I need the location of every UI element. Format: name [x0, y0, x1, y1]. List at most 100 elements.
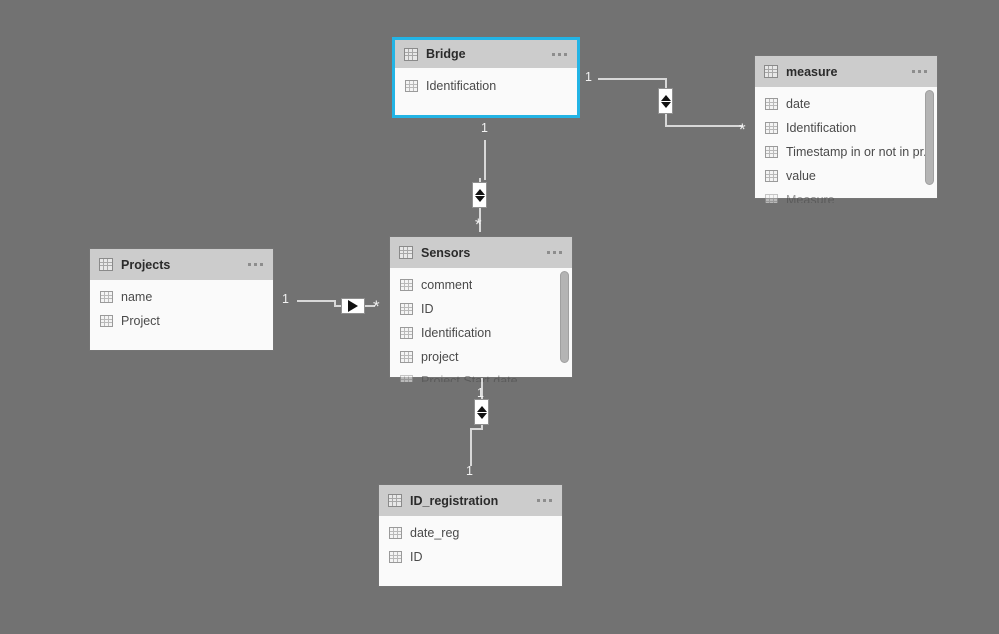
- field-icon: [765, 122, 778, 134]
- field-row[interactable]: date_reg: [379, 521, 562, 545]
- table-menu-button-measure[interactable]: [912, 70, 929, 73]
- field-icon: [765, 98, 778, 110]
- field-row[interactable]: Timestamp in or not in pr...: [755, 140, 937, 164]
- field-row[interactable]: Identification: [390, 321, 572, 345]
- field-icon: [400, 375, 413, 382]
- field-label: Identification: [786, 121, 857, 135]
- field-row[interactable]: date: [755, 92, 937, 116]
- field-label: Measure: [786, 193, 835, 203]
- field-icon: [765, 146, 778, 158]
- table-fields-projects: name Project: [90, 280, 273, 355]
- cardinality-sensors-idreg-to: 1: [466, 464, 473, 478]
- field-icon: [400, 327, 413, 339]
- table-card-sensors[interactable]: Sensors comment ID Identification projec…: [390, 237, 572, 382]
- table-title-measure: measure: [786, 64, 838, 79]
- table-fields-id-registration: date_reg ID: [379, 516, 562, 591]
- table-fields-sensors: comment ID Identification project Projec…: [390, 268, 572, 382]
- relationship-badge-bridge-measure[interactable]: [658, 88, 673, 114]
- table-card-id-registration[interactable]: ID_registration date_reg ID: [379, 485, 562, 586]
- field-icon: [400, 303, 413, 315]
- field-row[interactable]: Project: [90, 309, 273, 333]
- table-header-id-registration[interactable]: ID_registration: [379, 485, 562, 516]
- table-icon: [404, 47, 418, 61]
- field-label: ID: [421, 302, 434, 316]
- table-header-projects[interactable]: Projects: [90, 249, 273, 280]
- field-icon: [389, 527, 402, 539]
- field-icon: [100, 315, 113, 327]
- table-title-sensors: Sensors: [421, 245, 471, 260]
- arrow-down-icon: [476, 412, 487, 419]
- field-row[interactable]: value: [755, 164, 937, 188]
- cardinality-bridge-measure-to: *: [739, 120, 746, 139]
- relationship-line-sensors-idreg-seg3: [470, 429, 472, 466]
- arrow-down-icon: [660, 101, 671, 108]
- arrow-up-icon: [474, 188, 485, 195]
- model-diagram-canvas[interactable]: 1 * 1 * 1 * 1 1 Bridge Identification me…: [0, 0, 999, 634]
- field-icon: [405, 80, 418, 92]
- field-label: name: [121, 290, 153, 304]
- cardinality-sensors-idreg-from: 1: [477, 386, 484, 400]
- field-label: Project Start date: [421, 374, 518, 382]
- table-menu-button-projects[interactable]: [248, 263, 265, 266]
- relationship-line-projects-sensors-seg1: [297, 300, 335, 302]
- table-title-bridge: Bridge: [426, 47, 466, 61]
- table-icon: [399, 246, 413, 259]
- relationship-line-bridge-measure-seg3: [665, 125, 743, 127]
- relationship-line-bridge-sensors-seg1: [484, 140, 486, 180]
- table-card-projects[interactable]: Projects name Project: [90, 249, 273, 350]
- table-menu-button-id-registration[interactable]: [537, 499, 554, 502]
- field-row[interactable]: ID: [390, 297, 572, 321]
- cardinality-bridge-sensors-to: *: [475, 215, 482, 234]
- field-label: Project: [121, 314, 160, 328]
- table-menu-button-bridge[interactable]: [552, 52, 569, 56]
- table-icon: [99, 258, 113, 271]
- field-label: ID: [410, 550, 423, 564]
- cardinality-projects-sensors-to: *: [373, 297, 380, 316]
- table-icon: [388, 494, 402, 507]
- relationship-line-bridge-measure-seg1: [598, 78, 666, 80]
- arrow-down-icon: [474, 195, 485, 202]
- field-row[interactable]: name: [90, 285, 273, 309]
- table-scrollbar-measure[interactable]: [925, 90, 934, 185]
- field-label: Timestamp in or not in pr...: [786, 145, 934, 159]
- cardinality-projects-sensors-from: 1: [282, 292, 289, 306]
- relationship-badge-bridge-sensors[interactable]: [472, 182, 487, 208]
- field-label: Identification: [426, 79, 497, 93]
- cardinality-bridge-sensors-from: 1: [481, 121, 488, 135]
- field-row[interactable]: Identification: [395, 74, 577, 98]
- field-row[interactable]: ID: [379, 545, 562, 569]
- table-scrollbar-sensors[interactable]: [560, 271, 569, 363]
- field-label: project: [421, 350, 459, 364]
- arrow-right-icon: [348, 300, 358, 312]
- table-title-projects: Projects: [121, 257, 171, 272]
- field-row[interactable]: Project Start date: [390, 369, 572, 382]
- field-row[interactable]: comment: [390, 273, 572, 297]
- cardinality-bridge-measure-from: 1: [585, 70, 592, 84]
- field-icon: [400, 351, 413, 363]
- table-header-sensors[interactable]: Sensors: [390, 237, 572, 268]
- table-menu-button-sensors[interactable]: [547, 251, 564, 254]
- table-header-measure[interactable]: measure: [755, 56, 937, 87]
- relationship-badge-sensors-idreg[interactable]: [474, 399, 489, 425]
- field-row[interactable]: project: [390, 345, 572, 369]
- table-icon: [764, 65, 778, 78]
- field-icon: [400, 279, 413, 291]
- table-fields-measure: date Identification Timestamp in or not …: [755, 87, 937, 203]
- relationship-line-sensors-idreg-seg4: [470, 428, 482, 430]
- field-label: Identification: [421, 326, 492, 340]
- field-row[interactable]: Measure: [755, 188, 937, 203]
- field-row[interactable]: Identification: [755, 116, 937, 140]
- field-label: value: [786, 169, 816, 183]
- relationship-badge-projects-sensors[interactable]: [341, 298, 365, 314]
- field-icon: [765, 194, 778, 203]
- table-card-measure[interactable]: measure date Identification Timestamp in…: [755, 56, 937, 203]
- field-icon: [389, 551, 402, 563]
- arrow-up-icon: [476, 405, 487, 412]
- table-fields-bridge: Identification: [395, 68, 577, 115]
- field-label: comment: [421, 278, 473, 292]
- field-label: date: [786, 97, 811, 111]
- table-card-bridge[interactable]: Bridge Identification: [392, 37, 580, 118]
- arrow-up-icon: [660, 94, 671, 101]
- field-icon: [765, 170, 778, 182]
- table-header-bridge[interactable]: Bridge: [395, 40, 577, 68]
